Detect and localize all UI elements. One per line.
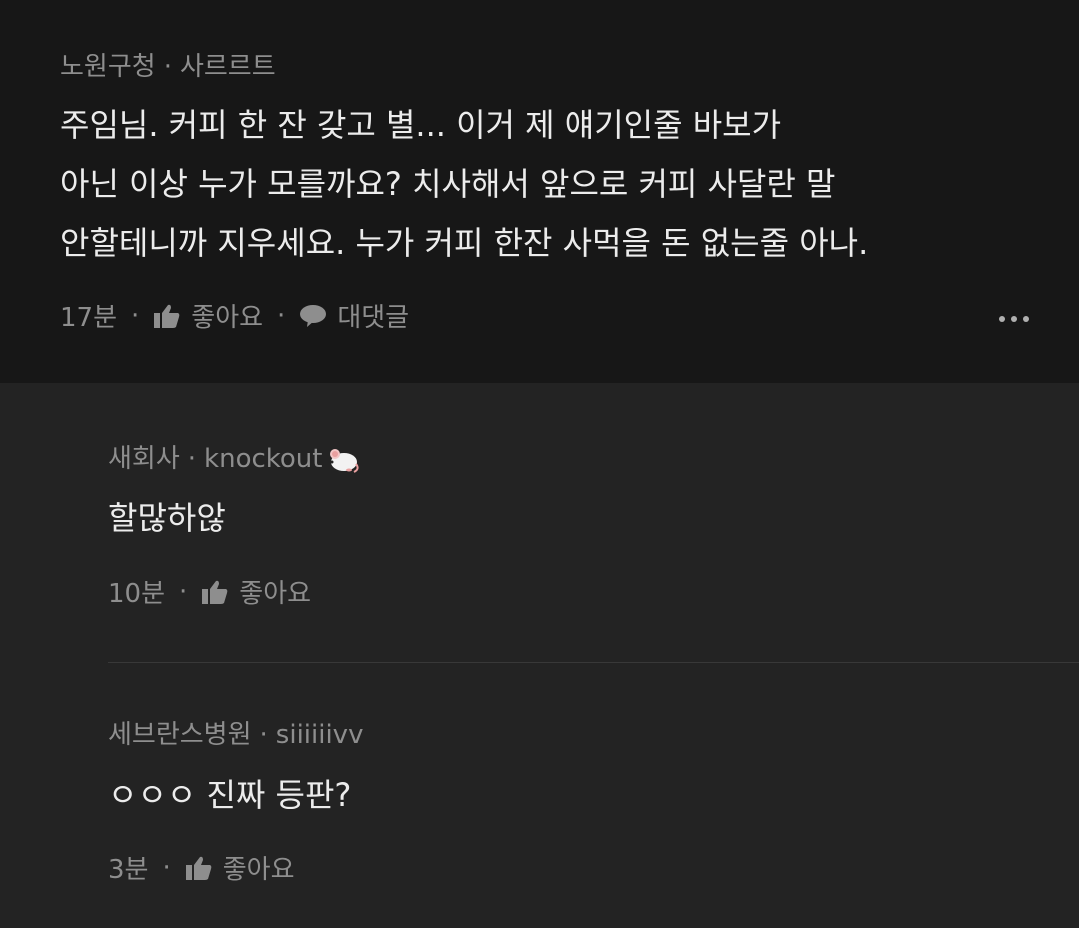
author-title: 사르르트 (179, 52, 276, 82)
reply-label: 대댓글 (337, 303, 410, 333)
author-company[interactable]: 노원구청 (60, 52, 156, 82)
like-button[interactable]: 좋아요 (153, 297, 263, 334)
comment-actions: 17분 · 좋아요 · 대댓글 (60, 297, 409, 334)
reply-text: 할많하않 (108, 499, 226, 537)
author-company[interactable]: 새회사 (108, 444, 180, 474)
reply-actions: 3분 · 좋아요 (108, 849, 295, 886)
mouse-emoji-icon (330, 448, 360, 473)
thumbs-up-icon (202, 580, 228, 604)
like-label: 좋아요 (222, 855, 295, 885)
comment-body: 주임님. 커피 한 잔 갖고 별... 이거 제 얘기인줄 바보가 아닌 이상 … (60, 96, 868, 273)
divider (108, 662, 1079, 663)
reply-actions: 10분 · 좋아요 (108, 573, 311, 610)
comment-line: 안할테니까 지우세요. 누가 커피 한잔 사먹을 돈 없는줄 아나. (60, 224, 869, 262)
reply-meta: 세브란스병원 · siiiiiivv (108, 720, 364, 750)
like-button[interactable]: 좋아요 (185, 849, 295, 886)
like-label: 좋아요 (191, 303, 264, 333)
reply-text: ㅇㅇㅇ 진짜 등판? (108, 776, 352, 814)
comment-time: 17분 (60, 303, 118, 333)
like-button[interactable]: 좋아요 (201, 573, 311, 610)
comment-meta: 노원구청 · 사르르트 (60, 52, 276, 82)
more-dots-icon[interactable] (999, 316, 1029, 322)
comment-line: 주임님. 커피 한 잔 갖고 별... 이거 제 얘기인줄 바보가 (60, 106, 782, 144)
top-comment: 노원구청 · 사르르트 주임님. 커피 한 잔 갖고 별... 이거 제 얘기인줄 … (0, 0, 1079, 383)
author-title: siiiiiivv (275, 720, 364, 750)
reply-button[interactable]: 대댓글 (299, 297, 409, 334)
like-label: 좋아요 (239, 579, 312, 609)
thumbs-up-icon (185, 856, 212, 880)
reply-time: 3분 (108, 855, 149, 885)
speech-bubble-icon (300, 304, 327, 327)
thumbs-up-icon (154, 304, 180, 328)
reply-meta: 새회사 · knockout (108, 438, 360, 475)
author-title: knockout (204, 444, 323, 474)
comment-line: 아닌 이상 누가 모를까요? 치사해서 앞으로 커피 사달란 말 (60, 165, 836, 203)
reply-time: 10분 (108, 579, 166, 609)
author-company[interactable]: 세브란스병원 (108, 720, 252, 750)
